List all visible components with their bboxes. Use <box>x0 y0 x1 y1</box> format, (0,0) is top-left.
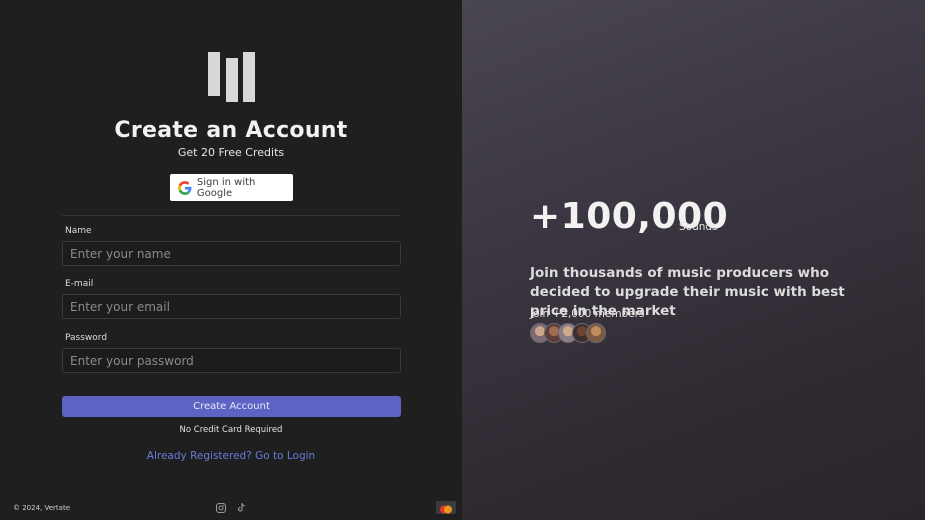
copyright: © 2024, Vertate <box>13 504 71 512</box>
email-input[interactable] <box>62 294 401 319</box>
members-count: Join +2,000 members <box>530 308 645 320</box>
google-signin-button[interactable]: Sign in with Google <box>170 174 293 201</box>
go-to-login-link[interactable]: Already Registered? Go to Login <box>0 450 462 462</box>
signup-panel: Create an Account Get 20 Free Credits Si… <box>0 0 462 520</box>
create-account-button[interactable]: Create Account <box>62 396 401 417</box>
name-label: Name <box>65 226 92 236</box>
no-credit-card-note: No Credit Card Required <box>179 425 283 435</box>
promo-panel <box>462 0 925 520</box>
password-input[interactable] <box>62 348 401 373</box>
instagram-icon[interactable] <box>215 502 227 514</box>
google-signin-label: Sign in with Google <box>196 176 256 199</box>
google-icon <box>178 180 192 195</box>
password-label: Password <box>65 333 108 343</box>
mastercard-icon <box>436 501 456 514</box>
tiktok-icon[interactable] <box>235 502 247 514</box>
name-input[interactable] <box>62 241 401 266</box>
page-subtitle: Get 20 Free Credits <box>177 146 285 159</box>
email-label: E-mail <box>65 279 94 289</box>
vertate-logo-icon <box>208 52 256 102</box>
avatar <box>586 323 606 343</box>
divider <box>62 215 401 216</box>
page-title: Create an Account <box>114 118 348 143</box>
sounds-unit: Sounds <box>679 221 718 233</box>
